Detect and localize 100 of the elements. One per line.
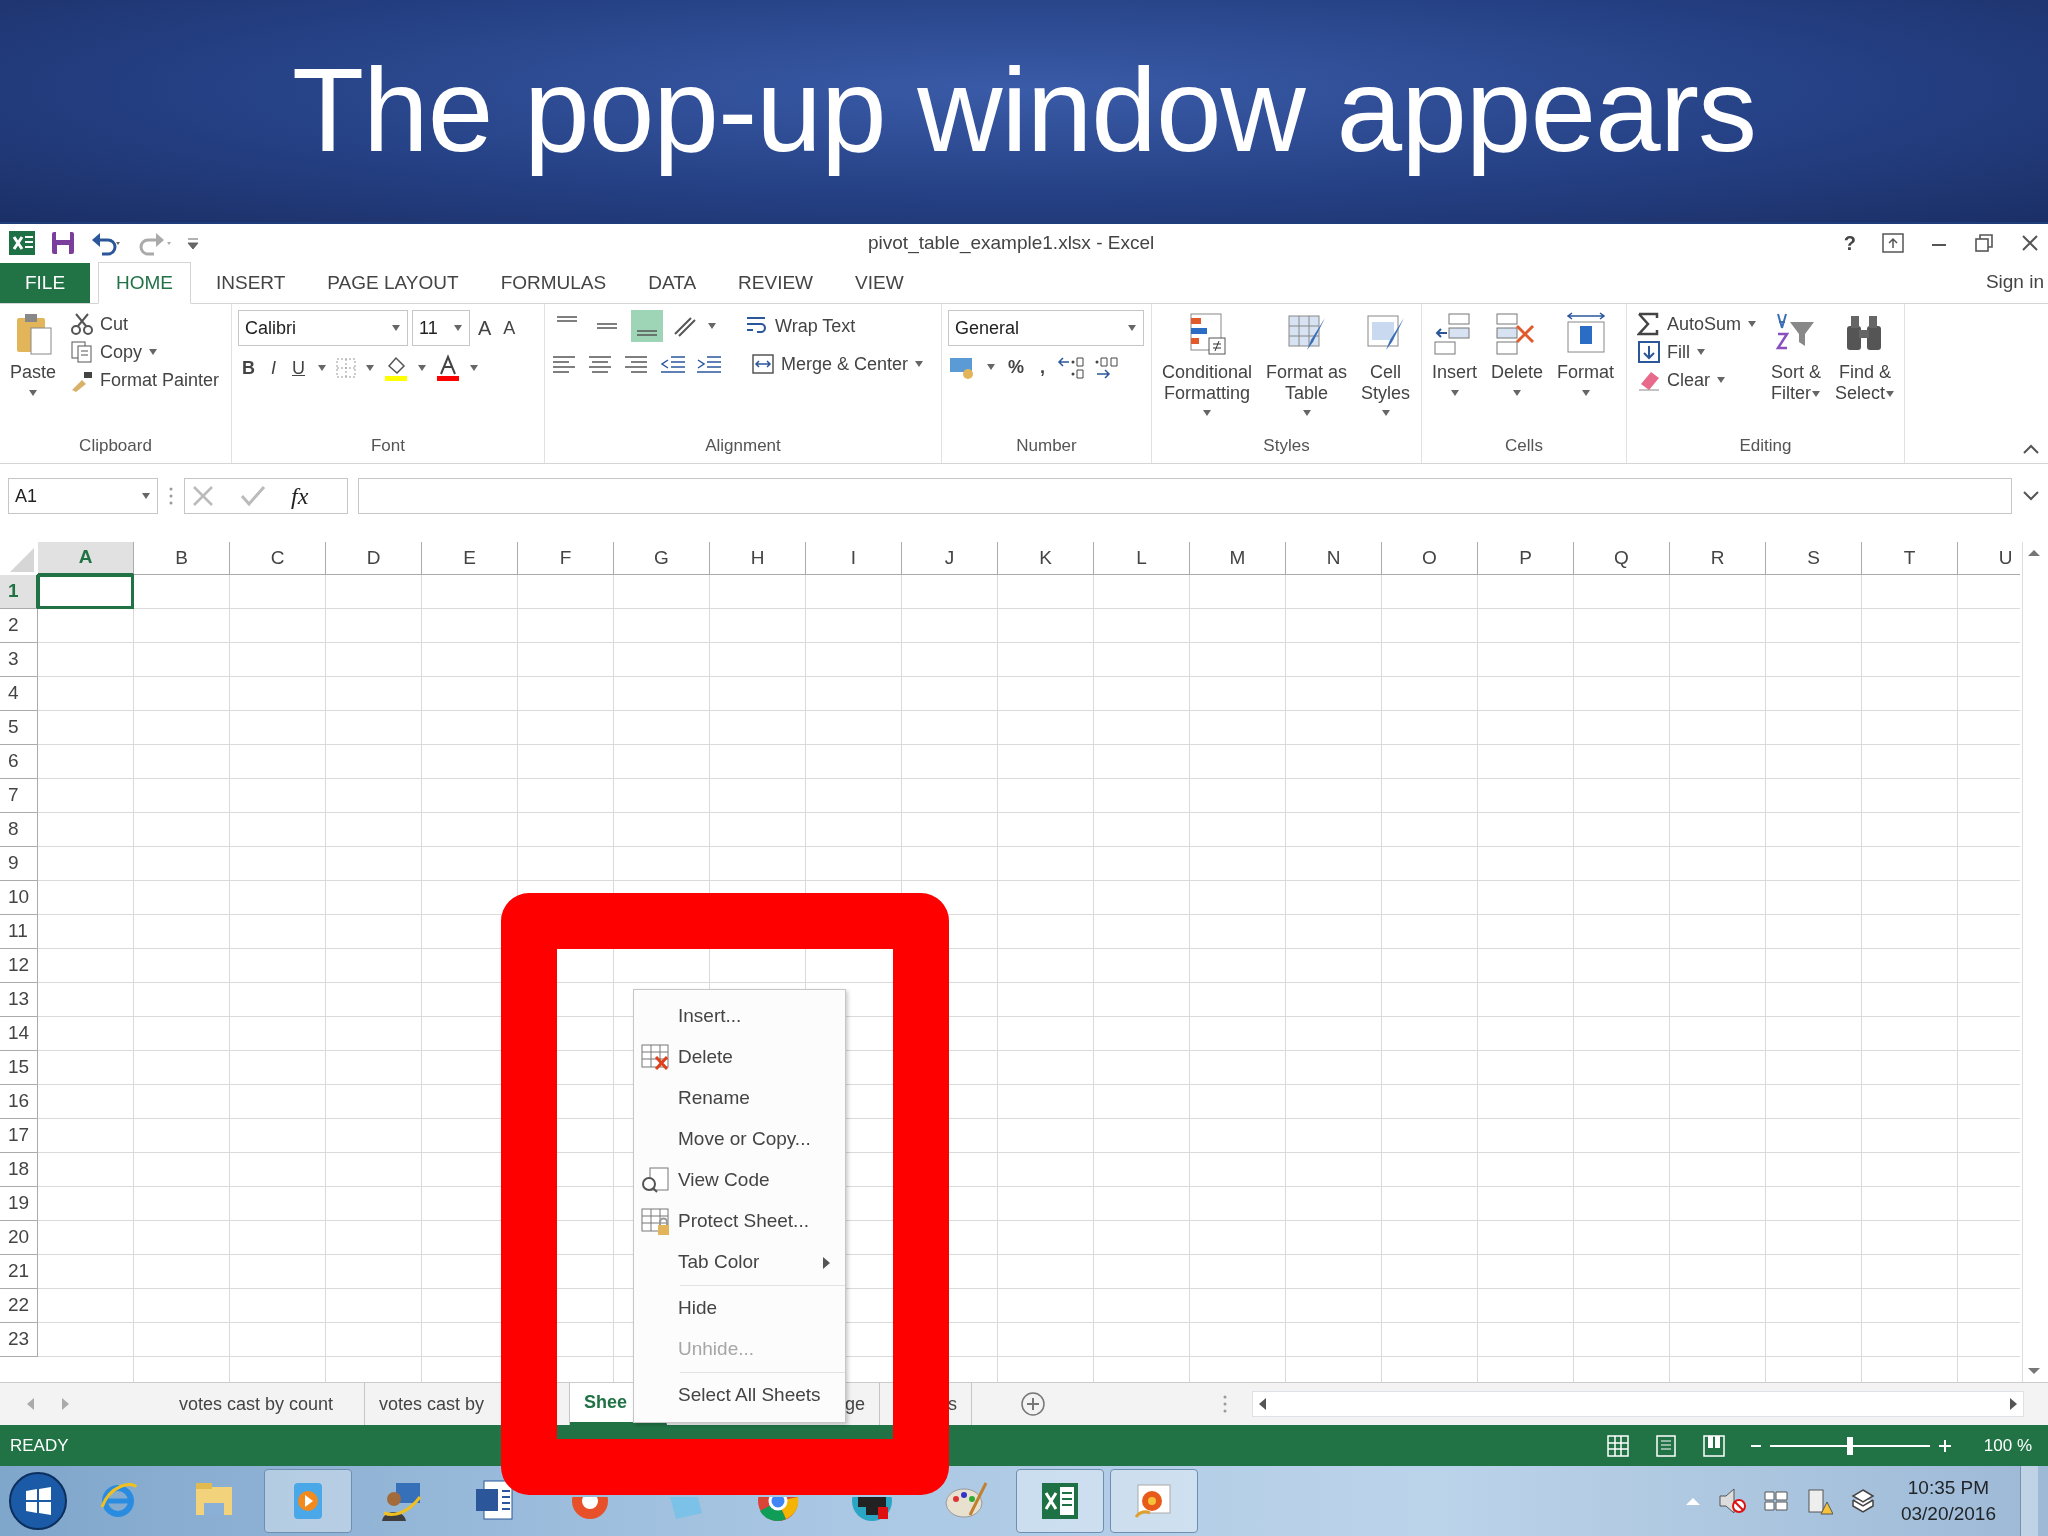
menu-item[interactable]: Insert... — [634, 996, 845, 1037]
font-size-field[interactable]: 11 — [412, 310, 470, 346]
selected-cell[interactable] — [37, 574, 134, 609]
ribbon-button[interactable]: Sort & Filter — [1767, 310, 1826, 431]
font-name-field[interactable]: Calibri — [238, 310, 408, 346]
row-header[interactable]: 16 — [0, 1085, 38, 1119]
ribbon-tab[interactable]: PAGE LAYOUT — [310, 263, 476, 303]
ribbon-button[interactable]: Delete — [1487, 310, 1548, 431]
dropdown-arrow-icon[interactable] — [141, 492, 151, 500]
column-header[interactable]: G — [614, 542, 710, 575]
column-header[interactable]: P — [1478, 542, 1574, 575]
number-format-field[interactable]: General — [948, 310, 1144, 346]
collapse-ribbon-icon[interactable] — [2022, 443, 2040, 455]
ribbon-button[interactable]: Find & Select — [1831, 310, 1900, 431]
dropdown-arrow-icon[interactable] — [1512, 388, 1523, 397]
ribbon-tab[interactable]: INSERT — [199, 263, 303, 303]
ribbon-button[interactable]: Fill — [1633, 338, 1762, 366]
ribbon-button[interactable]: Cell Styles — [1357, 310, 1415, 431]
dropdown-arrow-icon[interactable] — [391, 324, 401, 332]
dropdown-arrow-icon[interactable] — [469, 364, 479, 372]
ribbon-button[interactable]: Insert — [1428, 310, 1482, 431]
ribbon-tab[interactable]: HOME — [98, 262, 191, 304]
row-header[interactable]: 4 — [0, 677, 38, 711]
column-header[interactable]: D — [326, 542, 422, 575]
restore-icon[interactable] — [1974, 233, 1994, 253]
menu-item[interactable]: Tab Color — [634, 1242, 845, 1283]
vertical-align-icon[interactable] — [631, 310, 663, 342]
row-header[interactable]: 21 — [0, 1255, 38, 1289]
row-header[interactable]: 11 — [0, 915, 38, 949]
grow-font-button[interactable]: A — [474, 314, 496, 342]
menu-item[interactable]: Rename — [634, 1078, 845, 1119]
ribbon-button[interactable]: Format Painter — [66, 366, 224, 394]
ribbon-button[interactable]: Format as Table — [1262, 310, 1352, 431]
help-button[interactable]: ? — [1843, 228, 1856, 258]
menu-item[interactable]: Hide — [634, 1288, 845, 1329]
increase-decimal-icon[interactable] — [1057, 354, 1086, 380]
row-header[interactable]: 1 — [0, 575, 38, 609]
column-header[interactable]: L — [1094, 542, 1190, 575]
menu-item[interactable]: Move or Copy... — [634, 1119, 845, 1160]
check-icon[interactable] — [239, 484, 267, 508]
column-header[interactable]: K — [998, 542, 1094, 575]
zoom-level[interactable]: 100 % — [1983, 1432, 2032, 1459]
fill-color-icon[interactable] — [383, 354, 409, 382]
column-header[interactable]: T — [1862, 542, 1958, 575]
column-header[interactable]: N — [1286, 542, 1382, 575]
dropdown-arrow-icon[interactable] — [1747, 320, 1758, 328]
dropdown-arrow-icon[interactable] — [453, 324, 463, 332]
insert-function-button[interactable]: fx — [291, 478, 309, 514]
menu-item[interactable]: View Code — [634, 1160, 845, 1201]
dropdown-arrow-icon[interactable] — [1301, 409, 1312, 418]
column-header[interactable]: Q — [1574, 542, 1670, 575]
row-header[interactable]: 23 — [0, 1323, 38, 1357]
dropdown-arrow-icon[interactable] — [1716, 376, 1726, 384]
dropdown-arrow-icon[interactable] — [1580, 388, 1591, 397]
column-header[interactable]: E — [422, 542, 518, 575]
ribbon-button[interactable]: AutoSum — [1633, 310, 1762, 338]
dropdown-arrow-icon[interactable] — [1449, 388, 1460, 397]
column-header[interactable]: H — [710, 542, 806, 575]
column-header[interactable]: C — [230, 542, 326, 575]
underline-button[interactable]: U — [288, 355, 309, 381]
percent-button[interactable]: % — [1004, 354, 1028, 380]
name-box[interactable]: A1 — [8, 478, 158, 514]
formula-input[interactable] — [358, 478, 2012, 514]
row-header[interactable]: 17 — [0, 1119, 38, 1153]
bold-button[interactable]: B — [238, 355, 259, 381]
column-header[interactable]: M — [1190, 542, 1286, 575]
column-header[interactable]: F — [518, 542, 614, 575]
dropdown-arrow-icon[interactable] — [317, 364, 327, 372]
dropdown-arrow-icon[interactable] — [1127, 324, 1137, 332]
zoom-slider-thumb[interactable] — [1846, 1436, 1853, 1455]
muted-speaker-icon[interactable] — [1716, 1486, 1747, 1516]
ribbon-button[interactable]: Cut — [66, 310, 224, 338]
italic-button[interactable]: I — [267, 355, 280, 381]
file-tab[interactable]: FILE — [0, 263, 90, 303]
dropdown-arrow-icon[interactable] — [148, 348, 159, 356]
comma-button[interactable]: , — [1036, 354, 1050, 380]
sign-in-link[interactable]: Sign in — [1985, 268, 2048, 297]
merge-center-button[interactable]: Merge & Center — [747, 350, 929, 378]
column-header[interactable]: S — [1766, 542, 1862, 575]
row-header[interactable]: 6 — [0, 745, 38, 779]
row-header[interactable]: 7 — [0, 779, 38, 813]
ribbon-tab[interactable]: REVIEW — [721, 263, 830, 303]
dropdown-arrow-icon[interactable] — [1811, 389, 1822, 398]
page-layout-view-icon[interactable] — [1653, 1433, 1678, 1458]
wrap-text-button[interactable]: Wrap Text — [741, 312, 860, 340]
row-header[interactable]: 2 — [0, 609, 38, 643]
start-orb-icon[interactable] — [6, 1469, 70, 1533]
row-header[interactable]: 10 — [0, 881, 38, 915]
dropdown-arrow-icon[interactable] — [417, 364, 427, 372]
zoom-in-icon[interactable] — [1937, 1438, 1952, 1453]
row-header[interactable]: 18 — [0, 1153, 38, 1187]
paste-button[interactable]: Paste — [6, 310, 61, 431]
row-header[interactable]: 3 — [0, 643, 38, 677]
shrink-font-button[interactable]: A — [499, 315, 520, 341]
dropdown-arrow-icon[interactable] — [1202, 409, 1213, 418]
column-header[interactable]: O — [1382, 542, 1478, 575]
ribbon-tab[interactable]: FORMULAS — [483, 263, 624, 303]
row-header[interactable]: 5 — [0, 711, 38, 745]
menu-item[interactable]: Delete — [634, 1037, 845, 1078]
column-header[interactable]: J — [902, 542, 998, 575]
